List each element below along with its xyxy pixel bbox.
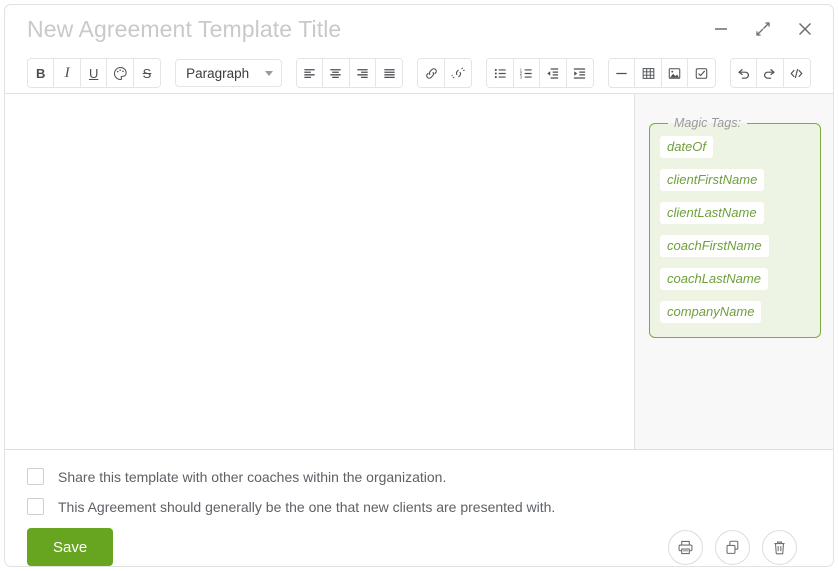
underline-button[interactable]: U [80,59,108,87]
align-group [295,58,404,88]
list-item: clientLastName [660,202,810,235]
print-button[interactable] [668,529,703,565]
insert-checkbox-button[interactable] [688,59,715,87]
insert-group [608,58,716,88]
insert-link-button[interactable] [418,59,445,87]
checkbox-icon [695,67,708,79]
align-right-button[interactable] [349,59,377,87]
copy-icon [726,540,739,554]
document-editor-canvas[interactable] [5,94,635,449]
share-template-checkbox[interactable] [27,468,44,485]
delete-button[interactable] [762,529,797,565]
footer-action-icons [668,529,811,565]
magic-tag-chip[interactable]: clientLastName [660,202,764,224]
bold-button[interactable]: B [28,59,55,87]
indent-icon [574,67,586,79]
close-icon [799,23,811,35]
close-button[interactable] [785,11,825,47]
undo-icon [738,68,749,79]
bullet-list-icon [494,68,506,78]
default-agreement-label: This Agreement should generally be the o… [58,498,556,515]
bullet-list-button[interactable] [487,59,514,87]
trash-icon [774,540,785,554]
minimize-button[interactable] [701,11,741,47]
link-icon [425,67,437,79]
dialog-footer: Share this template with other coaches w… [5,450,833,566]
underline-icon: U [88,65,99,81]
palette-icon [113,66,127,80]
insert-image-button[interactable] [661,59,689,87]
template-title-input[interactable]: New Agreement Template Title [27,16,701,43]
align-center-icon [330,68,342,78]
numbered-list-button[interactable]: 123 [513,59,541,87]
default-agreement-checkbox[interactable] [27,498,44,515]
redo-icon [764,68,776,79]
chevron-down-icon [264,70,273,76]
duplicate-button[interactable] [715,529,750,565]
save-button[interactable]: Save [27,528,114,566]
horizontal-rule-icon [616,72,627,74]
align-center-button[interactable] [323,59,350,87]
magic-tag-chip[interactable]: clientFirstName [660,169,765,191]
horizontal-rule-button[interactable] [609,59,636,87]
collapse-arrows-icon [756,22,770,36]
magic-tag-chip[interactable]: dateOf [660,136,714,158]
magic-tags-pane: Magic Tags: dateOf clientFirstName clien… [635,94,833,449]
align-left-icon [304,68,315,78]
list-item: dateOf [660,136,810,169]
strikethrough-icon: S [142,65,152,81]
link-group [417,58,473,88]
paragraph-style-select[interactable]: Paragraph [175,59,282,87]
window-controls [701,11,825,47]
restore-button[interactable] [743,11,783,47]
undo-button[interactable] [730,59,758,87]
list-item: coachLastName [660,268,810,301]
align-right-icon [357,68,368,78]
window-titlebar: New Agreement Template Title [5,5,833,53]
bold-icon: B [36,65,46,81]
table-icon [642,67,655,79]
unlink-icon [450,66,465,78]
list-item: companyName [660,301,810,325]
history-group [729,58,812,88]
italic-button[interactable]: I [54,59,81,87]
code-icon [790,68,803,78]
image-icon [668,67,681,79]
magic-tags-fieldset: Magic Tags: dateOf clientFirstName clien… [649,116,821,338]
paragraph-style-value: Paragraph [186,65,250,81]
increase-indent-button[interactable] [566,59,594,87]
align-left-button[interactable] [296,59,324,87]
list-item: clientFirstName [660,169,810,202]
share-template-label: Share this template with other coaches w… [58,468,447,485]
magic-tags-legend: Magic Tags: [674,116,741,130]
align-justify-icon [384,68,395,78]
share-template-row: Share this template with other coaches w… [27,468,811,485]
printer-icon [678,540,693,554]
svg-text:3: 3 [520,74,523,79]
list-item: coachFirstName [660,235,810,268]
redo-button[interactable] [757,59,784,87]
numbered-list-icon: 123 [520,67,532,79]
remove-link-button[interactable] [444,59,472,87]
insert-table-button[interactable] [635,59,662,87]
text-color-button[interactable] [107,59,134,87]
align-justify-button[interactable] [376,59,403,87]
list-group: 123 [486,58,595,88]
magic-tag-chip[interactable]: coachFirstName [660,235,769,257]
footer-button-row: Save [27,528,811,566]
editor-body: Magic Tags: dateOf clientFirstName clien… [5,93,833,450]
outdent-icon [547,67,559,79]
agreement-template-window: New Agreement Template Title B I U S Par… [4,4,834,567]
editor-toolbar: B I U S Paragraph 1 2 3 [5,53,833,93]
magic-tag-chip[interactable]: coachLastName [660,268,768,290]
magic-tag-chip[interactable]: companyName [660,301,762,323]
source-code-button[interactable] [783,59,810,87]
text-format-group: B I U S [27,58,162,88]
decrease-indent-button[interactable] [540,59,567,87]
italic-icon: I [64,64,70,81]
default-agreement-row: This Agreement should generally be the o… [27,498,811,515]
minimize-icon [715,28,727,30]
strikethrough-button[interactable]: S [133,59,161,87]
